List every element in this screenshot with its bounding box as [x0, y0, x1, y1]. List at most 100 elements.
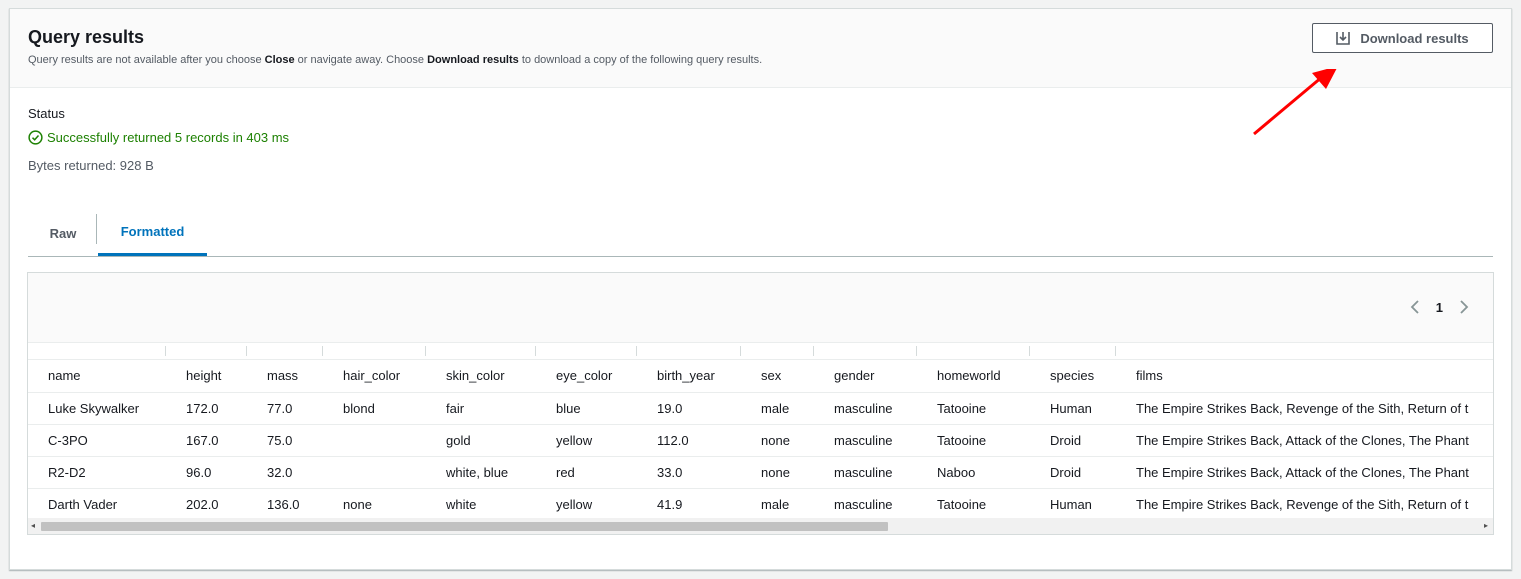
- table-cell: fair: [426, 392, 536, 425]
- table-cell: Naboo: [917, 456, 1030, 489]
- scroll-right-arrow-icon[interactable]: ▸: [1484, 522, 1490, 530]
- column-resizer[interactable]: [916, 346, 917, 356]
- results-tabs: Raw Formatted: [28, 209, 1493, 257]
- column-resizer[interactable]: [1115, 346, 1116, 356]
- column-header-eye-color[interactable]: eye_color: [536, 360, 637, 393]
- table-cell: blond: [323, 392, 426, 425]
- table-cell: white, blue: [426, 456, 536, 489]
- table-cell: blue: [536, 392, 637, 425]
- table-cell: Droid: [1030, 456, 1116, 489]
- table-cell: none: [323, 488, 426, 521]
- table-cell: masculine: [814, 488, 917, 521]
- column-header-birth-year[interactable]: birth_year: [637, 360, 741, 393]
- column-resizer[interactable]: [813, 346, 814, 356]
- table-cell: Luke Skywalker: [28, 392, 166, 425]
- tab-raw[interactable]: Raw: [28, 209, 98, 257]
- column-header-gender[interactable]: gender: [814, 360, 917, 393]
- tab-formatted[interactable]: Formatted: [98, 209, 207, 256]
- table-header-row: name height mass hair_color skin_color e…: [28, 360, 1493, 393]
- table-cell: none: [741, 424, 814, 457]
- scrollbar-thumb[interactable]: [41, 522, 888, 531]
- table-cell: 136.0: [247, 488, 323, 521]
- description-text: Query results are not available after yo…: [28, 54, 265, 66]
- description-text: or navigate away. Choose: [294, 54, 428, 66]
- scroll-left-arrow-icon[interactable]: ◂: [31, 522, 37, 530]
- table-cell: male: [741, 488, 814, 521]
- status-label: Status: [28, 106, 65, 121]
- table-cell: [323, 456, 426, 489]
- table-cell: 75.0: [247, 424, 323, 457]
- download-results-label: Download results: [1360, 30, 1469, 46]
- column-header-sex[interactable]: sex: [741, 360, 814, 393]
- pagination: 1: [1408, 299, 1471, 315]
- description-download-term: Download results: [427, 54, 519, 66]
- column-resizer[interactable]: [425, 346, 426, 356]
- column-resizer[interactable]: [636, 346, 637, 356]
- table-cell: none: [741, 456, 814, 489]
- column-resize-row: [28, 343, 1493, 360]
- chevron-right-icon[interactable]: [1457, 299, 1471, 315]
- column-header-height[interactable]: height: [166, 360, 247, 393]
- column-resizer[interactable]: [1029, 346, 1030, 356]
- page-title: Query results: [28, 27, 145, 47]
- table-cell: The Empire Strikes Back, Revenge of the …: [1116, 392, 1493, 425]
- description-text: to download a copy of the following quer…: [518, 54, 763, 66]
- results-table: name height mass hair_color skin_color e…: [28, 360, 1493, 521]
- table-cell: male: [741, 392, 814, 425]
- chevron-left-icon[interactable]: [1408, 299, 1422, 315]
- table-cell: Tatooine: [917, 392, 1030, 425]
- table-cell: white: [426, 488, 536, 521]
- current-page-number[interactable]: 1: [1436, 300, 1443, 315]
- table-cell: 32.0: [247, 456, 323, 489]
- column-header-mass[interactable]: mass: [247, 360, 323, 393]
- check-circle-icon: [28, 130, 43, 145]
- column-header-films[interactable]: films: [1116, 360, 1493, 393]
- table-cell: Human: [1030, 392, 1116, 425]
- table-cell: 96.0: [166, 456, 247, 489]
- table-cell: [323, 424, 426, 457]
- table-cell: 167.0: [166, 424, 247, 457]
- horizontal-scrollbar[interactable]: ◂ ▸: [28, 518, 1493, 534]
- status-message-text: Successfully returned 5 records in 403 m…: [47, 130, 290, 145]
- column-resizer[interactable]: [535, 346, 536, 356]
- table-cell: The Empire Strikes Back, Revenge of the …: [1116, 488, 1493, 521]
- column-header-homeworld[interactable]: homeworld: [917, 360, 1030, 393]
- table-cell: Human: [1030, 488, 1116, 521]
- results-table-container: 1 name height mass hair_color skin_color…: [27, 272, 1494, 535]
- table-cell: The Empire Strikes Back, Attack of the C…: [1116, 424, 1493, 457]
- panel-description: Query results are not available after yo…: [28, 54, 762, 66]
- table-cell: 41.9: [637, 488, 741, 521]
- column-resizer[interactable]: [165, 346, 166, 356]
- column-header-hair-color[interactable]: hair_color: [323, 360, 426, 393]
- table-cell: gold: [426, 424, 536, 457]
- table-row: Luke Skywalker 172.0 77.0 blond fair blu…: [28, 392, 1493, 425]
- table-row: R2-D2 96.0 32.0 white, blue red 33.0 non…: [28, 456, 1493, 489]
- table-cell: 112.0: [637, 424, 741, 457]
- table-cell: yellow: [536, 424, 637, 457]
- status-success-message: Successfully returned 5 records in 403 m…: [28, 130, 289, 145]
- tab-divider: [96, 214, 97, 244]
- table-cell: 77.0: [247, 392, 323, 425]
- table-cell: Tatooine: [917, 488, 1030, 521]
- download-results-button[interactable]: Download results: [1312, 23, 1493, 53]
- column-header-skin-color[interactable]: skin_color: [426, 360, 536, 393]
- table-cell: masculine: [814, 392, 917, 425]
- column-resizer[interactable]: [322, 346, 323, 356]
- table-cell: masculine: [814, 424, 917, 457]
- table-cell: R2-D2: [28, 456, 166, 489]
- column-resizer[interactable]: [740, 346, 741, 356]
- table-row: C-3PO 167.0 75.0 gold yellow 112.0 none …: [28, 424, 1493, 457]
- table-cell: Droid: [1030, 424, 1116, 457]
- table-cell: 33.0: [637, 456, 741, 489]
- annotation-arrow: [1253, 69, 1337, 136]
- table-cell: 19.0: [637, 392, 741, 425]
- column-resizer[interactable]: [246, 346, 247, 356]
- description-close-term: Close: [264, 54, 295, 66]
- table-cell: C-3PO: [28, 424, 166, 457]
- table-cell: Tatooine: [917, 424, 1030, 457]
- table-cell: Darth Vader: [28, 488, 166, 521]
- bytes-returned: Bytes returned: 928 B: [28, 158, 154, 173]
- table-cell: red: [536, 456, 637, 489]
- column-header-species[interactable]: species: [1030, 360, 1116, 393]
- column-header-name[interactable]: name: [28, 360, 166, 393]
